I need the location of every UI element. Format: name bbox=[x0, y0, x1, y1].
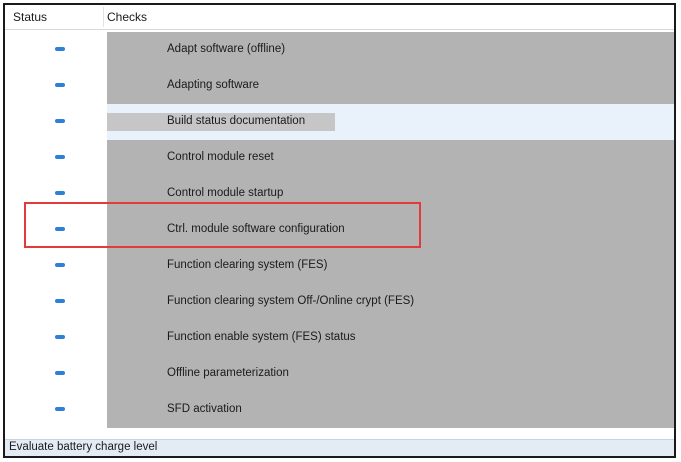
status-cell bbox=[5, 356, 107, 392]
dash-icon bbox=[55, 299, 65, 303]
check-label: Adapting software bbox=[167, 79, 260, 91]
status-cell bbox=[5, 140, 107, 176]
check-row[interactable]: Function clearing system (FES) bbox=[5, 248, 674, 284]
status-bar: Evaluate battery charge level bbox=[5, 439, 674, 456]
check-row[interactable]: Adapting software bbox=[5, 68, 674, 104]
status-column-header[interactable]: Status bbox=[13, 10, 47, 24]
dash-icon bbox=[55, 155, 65, 159]
check-label: Offline parameterization bbox=[167, 367, 289, 379]
dash-icon bbox=[55, 47, 65, 51]
check-label: Function enable system (FES) status bbox=[167, 331, 356, 343]
dash-icon bbox=[55, 83, 65, 87]
check-label: Function clearing system Off-/Online cry… bbox=[167, 295, 415, 307]
status-cell bbox=[5, 32, 107, 68]
dash-icon bbox=[55, 407, 65, 411]
status-bar-text: Evaluate battery charge level bbox=[9, 441, 158, 453]
checks-column-header[interactable]: Checks bbox=[107, 10, 147, 24]
dash-icon bbox=[55, 191, 65, 195]
dash-icon bbox=[55, 119, 65, 123]
check-row[interactable]: Function clearing system Off-/Online cry… bbox=[5, 284, 674, 320]
dash-icon bbox=[55, 335, 65, 339]
check-label: Build status documentation bbox=[167, 115, 306, 127]
header-divider bbox=[103, 7, 104, 27]
status-cell bbox=[5, 320, 107, 356]
status-cell bbox=[5, 392, 107, 428]
check-row[interactable]: Control module reset bbox=[5, 140, 674, 176]
check-label: Control module reset bbox=[167, 151, 274, 163]
check-label: Function clearing system (FES) bbox=[167, 259, 328, 271]
check-row[interactable]: Adapt software (offline) bbox=[5, 32, 674, 68]
check-row[interactable]: Offline parameterization bbox=[5, 356, 674, 392]
status-cell bbox=[5, 68, 107, 104]
check-row-selected[interactable]: Build status documentation bbox=[5, 104, 674, 140]
check-label: Control module startup bbox=[167, 187, 284, 199]
check-row[interactable]: SFD activation bbox=[5, 392, 674, 428]
check-label: SFD activation bbox=[167, 403, 242, 415]
dash-icon bbox=[55, 371, 65, 375]
status-cell bbox=[5, 284, 107, 320]
highlight-annotation-box bbox=[24, 202, 421, 248]
table-header: Status Checks bbox=[5, 5, 674, 30]
check-label: Adapt software (offline) bbox=[167, 43, 286, 55]
status-cell bbox=[5, 248, 107, 284]
dash-icon bbox=[55, 263, 65, 267]
check-row[interactable]: Function enable system (FES) status bbox=[5, 320, 674, 356]
status-cell bbox=[5, 104, 107, 140]
